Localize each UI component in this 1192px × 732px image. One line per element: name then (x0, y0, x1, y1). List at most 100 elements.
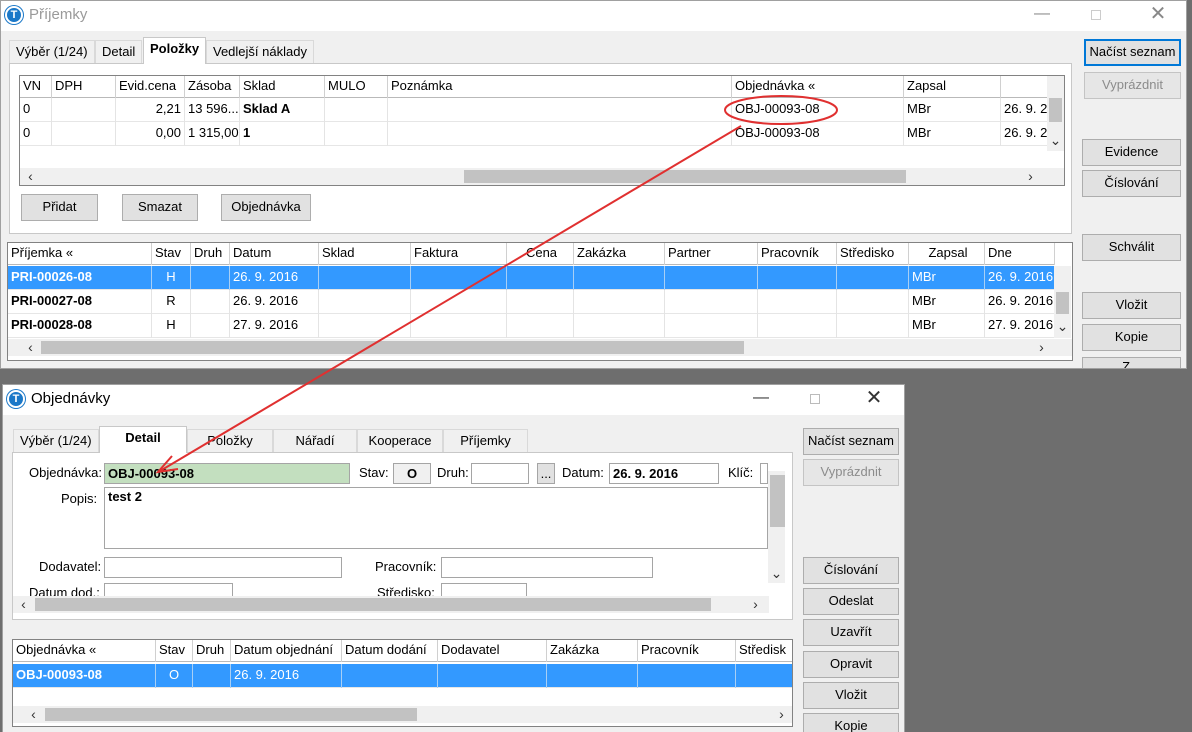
scroll-down-icon[interactable]: ⌄ (1047, 132, 1064, 149)
scroll-right-icon[interactable]: › (773, 706, 790, 723)
maximize-icon[interactable] (792, 385, 838, 415)
col-stredisko[interactable]: Středisk (736, 640, 792, 662)
table-row[interactable]: PRI-00027-08 R 26. 9. 2016 MBr 26. 9. 20… (8, 290, 1055, 314)
items-grid[interactable]: VN DPH Evid.cena Zásoba Sklad MULO Pozná… (19, 75, 1065, 186)
vertical-scrollbar[interactable]: ⌄ (768, 471, 785, 583)
col-objednavka[interactable]: Objednávka « (13, 640, 156, 662)
col-zapsal[interactable]: Zapsal (909, 243, 985, 265)
send-button[interactable]: Odeslat (803, 588, 899, 615)
col-zakazka[interactable]: Zakázka (574, 243, 665, 265)
description-field[interactable]: test 2 (104, 487, 768, 549)
tab-detail[interactable]: Detail (95, 40, 143, 64)
tab-prijemky[interactable]: Příjemky (443, 429, 528, 453)
worker-field[interactable] (441, 557, 653, 578)
close-icon[interactable]: ✕ (1135, 1, 1181, 31)
title-bar[interactable]: T Objednávky — ✕ (3, 385, 904, 415)
date-field[interactable]: 26. 9. 2016 (609, 463, 719, 484)
supplier-field[interactable] (104, 557, 342, 578)
table-row[interactable]: 0 0,00 1 315,00 1 OBJ-00093-08 MBr 26. 9… (20, 122, 1049, 146)
col-evid-cena[interactable]: Evid.cena (116, 76, 185, 98)
scroll-left-icon[interactable]: ‹ (25, 706, 42, 723)
add-button[interactable]: Přidat (21, 194, 98, 221)
delivery-date-field[interactable] (104, 583, 233, 597)
horizontal-scrollbar[interactable]: ‹ › (13, 706, 792, 723)
scroll-thumb[interactable] (35, 598, 711, 611)
receipts-grid[interactable]: Příjemka « Stav Druh Datum Sklad Faktura… (7, 242, 1073, 361)
tab-polozky[interactable]: Položky (143, 37, 207, 64)
vertical-scrollbar[interactable]: ⌄ (1054, 266, 1071, 338)
col-zakazka[interactable]: Zakázka (547, 640, 638, 662)
col-cena[interactable]: Cena (507, 243, 574, 265)
horizontal-scrollbar[interactable]: ‹ › (13, 596, 769, 613)
copy-button[interactable]: Kopie (1082, 324, 1181, 351)
col-pracovnik[interactable]: Pracovník (638, 640, 736, 662)
copy-button[interactable]: Kopie (803, 713, 899, 732)
kind-field[interactable] (471, 463, 529, 484)
tab-polozky[interactable]: Položky (187, 429, 273, 453)
horizontal-scrollbar[interactable]: ‹ › (20, 168, 1064, 185)
numbering-button[interactable]: Číslování (1082, 170, 1181, 197)
table-row[interactable]: 0 2,21 13 596... Sklad A OBJ-00093-08 MB… (20, 98, 1049, 122)
col-sklad[interactable]: Sklad (240, 76, 325, 98)
fix-button[interactable]: Opravit (803, 651, 899, 678)
tab-naradi[interactable]: Nářadí (273, 429, 357, 453)
col-pracovnik[interactable]: Pracovník (758, 243, 837, 265)
col-zapsal[interactable]: Zapsal (904, 76, 1001, 98)
scroll-left-icon[interactable]: ‹ (22, 339, 39, 356)
scroll-thumb[interactable] (41, 341, 744, 354)
horizontal-scrollbar[interactable]: ‹ › (8, 339, 1072, 356)
tab-detail[interactable]: Detail (99, 426, 187, 453)
table-row[interactable]: PRI-00028-08 H 27. 9. 2016 MBr 27. 9. 20… (8, 314, 1055, 338)
key-field[interactable] (760, 463, 768, 484)
col-datum-dodani[interactable]: Datum dodání (342, 640, 438, 662)
center-field[interactable] (441, 583, 527, 597)
scroll-down-icon[interactable]: ⌄ (768, 565, 785, 582)
scroll-left-icon[interactable]: ‹ (15, 596, 32, 613)
close-icon[interactable]: ✕ (851, 385, 897, 415)
load-list-button[interactable]: Načíst seznam (1084, 39, 1181, 66)
col-stredisko[interactable]: Středisko (837, 243, 909, 265)
col-dne[interactable]: Dne (985, 243, 1055, 265)
col-datum-objednani[interactable]: Datum objednání (231, 640, 342, 662)
orders-grid[interactable]: Objednávka « Stav Druh Datum objednání D… (12, 639, 793, 727)
table-row[interactable]: OBJ-00093-08 O 26. 9. 2016 (13, 664, 792, 688)
kind-lookup-button[interactable]: ... (537, 463, 555, 484)
tab-vyber[interactable]: Výběr (1/24) (9, 40, 95, 64)
scroll-thumb[interactable] (45, 708, 417, 721)
col-vn[interactable]: VN (20, 76, 52, 98)
partial-button[interactable]: Z... (1082, 357, 1181, 368)
table-row[interactable]: PRI-00026-08 H 26. 9. 2016 MBr 26. 9. 20… (8, 266, 1055, 290)
col-mulo[interactable]: MULO (325, 76, 388, 98)
col-faktura[interactable]: Faktura (411, 243, 507, 265)
order-field[interactable]: OBJ-00093-08 (104, 463, 350, 484)
col-druh[interactable]: Druh (193, 640, 231, 662)
scroll-thumb[interactable] (464, 170, 906, 183)
order-button[interactable]: Objednávka (221, 194, 311, 221)
col-zasoba[interactable]: Zásoba (185, 76, 240, 98)
numbering-button[interactable]: Číslování (803, 557, 899, 584)
clear-button[interactable]: Vyprázdnit (1084, 72, 1181, 99)
scroll-right-icon[interactable]: › (747, 596, 764, 613)
tab-kooperace[interactable]: Kooperace (357, 429, 443, 453)
scroll-down-icon[interactable]: ⌄ (1054, 318, 1071, 335)
col-partner[interactable]: Partner (665, 243, 758, 265)
close-order-button[interactable]: Uzavřít (803, 619, 899, 646)
insert-button[interactable]: Vložit (803, 682, 899, 709)
minimize-icon[interactable]: — (738, 385, 784, 415)
col-dph[interactable]: DPH (52, 76, 116, 98)
col-sklad[interactable]: Sklad (319, 243, 411, 265)
evidence-button[interactable]: Evidence (1082, 139, 1181, 166)
col-druh[interactable]: Druh (191, 243, 230, 265)
delete-button[interactable]: Smazat (122, 194, 198, 221)
approve-button[interactable]: Schválit (1082, 234, 1181, 261)
col-dne[interactable] (1001, 76, 1049, 98)
title-bar[interactable]: T Příjemky — ✕ (1, 1, 1186, 31)
col-objednavka[interactable]: Objednávka « (732, 76, 904, 98)
clear-button[interactable]: Vyprázdnit (803, 459, 899, 486)
maximize-icon[interactable] (1073, 1, 1119, 31)
state-field[interactable]: O (393, 463, 431, 484)
scroll-left-icon[interactable]: ‹ (22, 168, 39, 185)
vertical-scrollbar[interactable]: ⌄ (1047, 76, 1064, 151)
col-poznamka[interactable]: Poznámka (388, 76, 732, 98)
scroll-right-icon[interactable]: › (1022, 168, 1039, 185)
